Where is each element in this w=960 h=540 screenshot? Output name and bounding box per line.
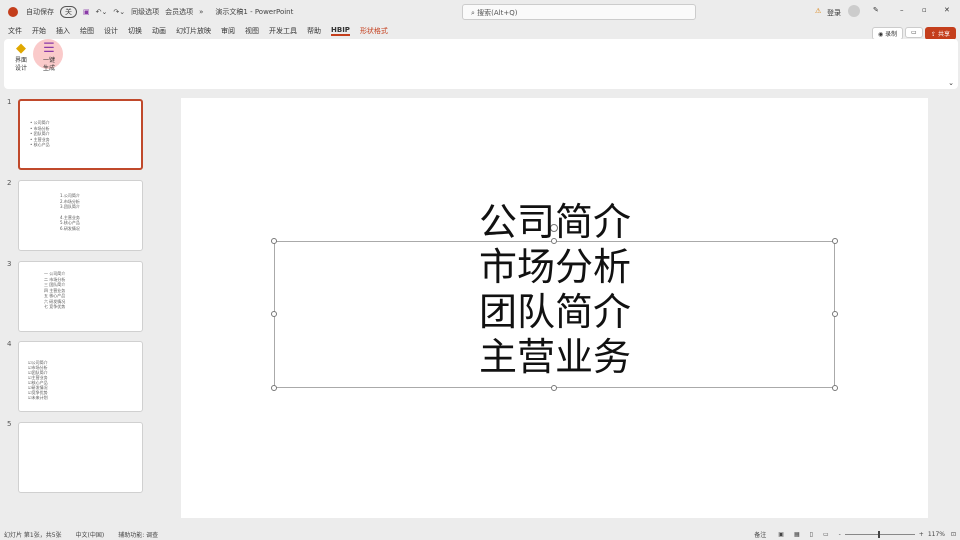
interface-design-button[interactable]: ◆ 界面设计 — [8, 41, 34, 73]
resize-handle[interactable] — [832, 311, 838, 317]
pen-icon[interactable]: ✎ — [873, 6, 879, 14]
thumb-line: 七 竞争优势 — [44, 304, 66, 309]
thumb-number: 2 — [7, 179, 12, 187]
warning-icon: ⚠ — [815, 7, 822, 15]
thumb-number: 1 — [7, 98, 12, 106]
powerpoint-logo-icon — [8, 7, 18, 17]
slide-line: 公司简介 — [478, 200, 631, 244]
thumb-line: ☑未来计划 — [28, 395, 48, 400]
thumb-number: 5 — [7, 420, 12, 428]
record-label: 录制 — [885, 31, 898, 38]
slide-thumbnail-4[interactable]: ☑公司简介 ☑市场分析 ☑团队简介 ☑主营业务 ☑核心产品 ☑研发情况 ☑竞争优势 ☑未来计划 — [18, 341, 143, 412]
resize-handle[interactable] — [551, 385, 557, 391]
slideshow-icon[interactable]: ▭ — [823, 531, 829, 538]
ribbon: ◆ 界面设计 ☰ 一键生成 ⌄ — [4, 39, 958, 89]
accessibility-status[interactable]: 辅助功能: 调查 — [118, 530, 158, 539]
toolbar-item-2[interactable]: 会员选项 — [165, 7, 193, 17]
slide-thumbnail-2[interactable]: 1.公司简介 2.市场分析 3.团队简介 4.主营业务 5.核心产品 6.研发情况 — [18, 180, 143, 251]
autosave-label: 自动保存 — [26, 8, 54, 16]
search-input[interactable]: ⌕ 搜索(Alt+Q) — [462, 4, 696, 20]
tab-shape-format[interactable]: 形状格式 — [360, 26, 388, 36]
tab-draw[interactable]: 绘图 — [80, 26, 94, 36]
slide-info: 幻灯片 第1张，共5张 — [4, 531, 62, 539]
more-icon[interactable]: » — [199, 8, 203, 16]
slide-line: 团队简介 — [478, 290, 631, 334]
tab-transitions[interactable]: 切换 — [128, 26, 142, 36]
zoom-out-icon[interactable]: - — [839, 531, 841, 538]
resize-handle[interactable] — [832, 238, 838, 244]
close-icon[interactable]: ✕ — [944, 6, 950, 14]
slide-thumbnails-panel[interactable]: 1 • 公司简介 • 市场分析 • 团队简介 • 主营业务 • 核心产品 2 1.公司简… — [0, 92, 160, 520]
thumb-line: • 核心产品 — [30, 142, 50, 147]
ribbon-tabs: 文件 开始 插入 绘图 设计 切换 动画 幻灯片放映 审阅 视图 开发工具 帮助… — [0, 24, 398, 38]
comments-button[interactable]: ▭ — [905, 27, 923, 38]
tab-file[interactable]: 文件 — [8, 26, 22, 36]
slide-text[interactable]: 公司简介 市场分析 团队简介 主营业务 — [440, 200, 670, 380]
tab-home[interactable]: 开始 — [32, 26, 46, 36]
tab-view[interactable]: 视图 — [245, 26, 259, 36]
normal-view-icon[interactable]: ▣ — [778, 531, 784, 538]
tab-help[interactable]: 帮助 — [307, 26, 321, 36]
zoom-slider[interactable] — [844, 530, 915, 538]
tab-slideshow[interactable]: 幻灯片放映 — [176, 26, 211, 36]
thumb-line: 6.研发情况 — [60, 225, 80, 231]
reading-view-icon[interactable]: ▯ — [810, 531, 813, 538]
share-label: 共享 — [937, 31, 950, 38]
resize-handle[interactable] — [271, 238, 277, 244]
generate-label: 一键生成 — [42, 57, 55, 72]
slide-thumbnail-3[interactable]: 一 公司简介二 市场分析三 团队简介四 主营业务五 核心产品六 研发情况七 竞争… — [18, 261, 143, 332]
resize-handle[interactable] — [271, 311, 277, 317]
zoom-in-icon[interactable]: + — [919, 531, 924, 538]
tab-animations[interactable]: 动画 — [152, 26, 166, 36]
window-title: 演示文稿1 - PowerPoint — [215, 8, 294, 16]
fit-slide-icon[interactable]: ⊡ — [951, 531, 956, 538]
save-icon[interactable]: ▣ — [83, 8, 90, 16]
slide-sorter-icon[interactable]: ▦ — [794, 531, 800, 538]
slide-line: 市场分析 — [478, 245, 631, 289]
layers-icon: ◆ — [16, 41, 26, 56]
tab-developer[interactable]: 开发工具 — [269, 26, 297, 36]
slide-line: 主营业务 — [478, 335, 631, 379]
tab-hbip[interactable]: HBIP — [331, 26, 350, 36]
tab-design[interactable]: 设计 — [104, 26, 118, 36]
generate-button[interactable]: ☰ 一键生成 — [33, 39, 63, 73]
interface-design-label: 界面设计 — [14, 57, 27, 72]
search-placeholder: 搜索(Alt+Q) — [477, 9, 518, 17]
resize-handle[interactable] — [832, 385, 838, 391]
restore-icon[interactable]: ▫ — [922, 6, 927, 14]
status-bar: 幻灯片 第1张，共5张 中文(中国) 辅助功能: 调查 备注 ▣ ▦ ▯ ▭ -… — [0, 528, 960, 540]
collapse-ribbon-icon[interactable]: ⌄ — [948, 79, 954, 87]
list-icon: ☰ — [43, 41, 55, 56]
redo-icon[interactable]: ↷⌄ — [113, 8, 125, 16]
notes-button[interactable]: 备注 — [754, 530, 766, 539]
thumb-number: 3 — [7, 260, 12, 268]
language[interactable]: 中文(中国) — [76, 530, 105, 539]
autosave-toggle[interactable]: 关 — [60, 6, 77, 18]
thumb-number: 4 — [7, 340, 12, 348]
resize-handle[interactable] — [271, 385, 277, 391]
toolbar-item-1[interactable]: 同级选项 — [131, 7, 159, 17]
tab-review[interactable]: 审阅 — [221, 26, 235, 36]
minimize-icon[interactable]: – — [900, 6, 904, 14]
zoom-level[interactable]: 117% — [928, 531, 945, 538]
slide-thumbnail-5[interactable] — [18, 422, 143, 493]
avatar[interactable] — [848, 5, 860, 17]
tab-insert[interactable]: 插入 — [56, 26, 70, 36]
undo-icon[interactable]: ↶⌄ — [96, 8, 108, 16]
signin-link[interactable]: 登录 — [827, 8, 841, 18]
slide-thumbnail-1[interactable]: • 公司简介 • 市场分析 • 团队简介 • 主营业务 • 核心产品 — [18, 99, 143, 170]
zoom-slider-thumb[interactable] — [877, 530, 880, 538]
